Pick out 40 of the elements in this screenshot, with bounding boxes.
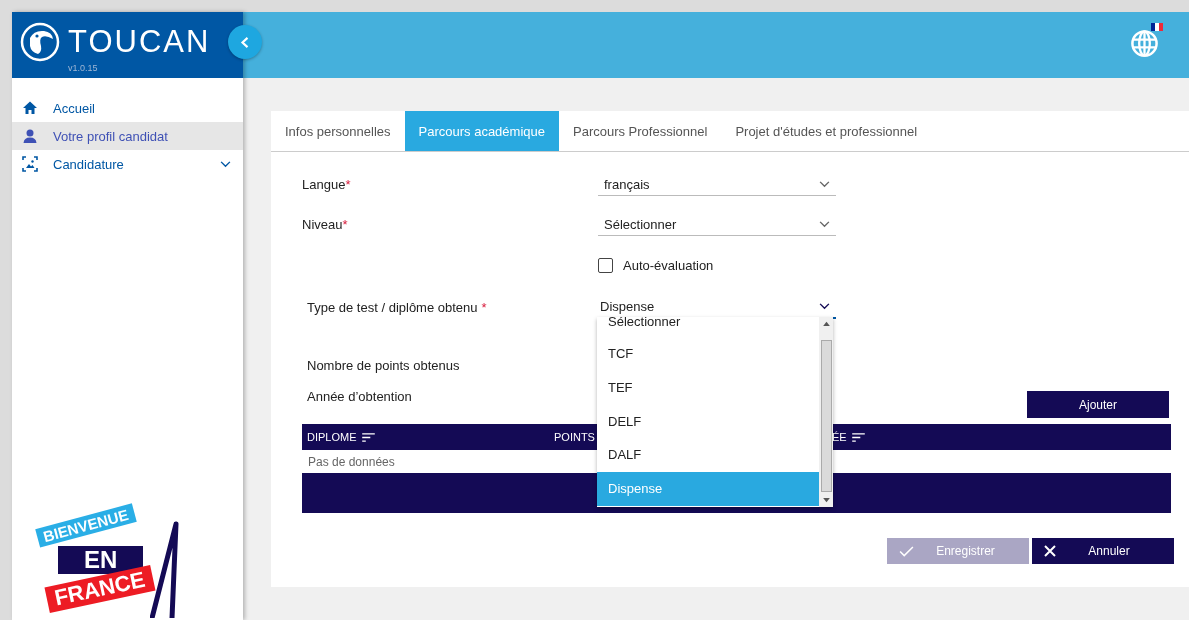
sidebar-item[interactable]: Accueil	[12, 94, 243, 122]
picture-icon	[22, 156, 38, 172]
scroll-up-icon[interactable]	[822, 321, 830, 326]
column-header[interactable]: DIPLOME	[307, 424, 375, 450]
dropdown-option[interactable]: TCF	[597, 337, 819, 371]
cancel-button[interactable]: Annuler	[1032, 538, 1174, 564]
select-field[interactable]: Sélectionner	[598, 212, 836, 236]
field-label: Langue*	[302, 176, 352, 192]
field-label: Type de test / diplôme obtenu *	[306, 299, 488, 315]
chevron-left-icon	[240, 35, 250, 49]
flag-icon	[1151, 23, 1163, 31]
home-icon	[22, 100, 38, 116]
sort-icon	[361, 432, 375, 442]
checkmark-icon	[899, 545, 914, 557]
sidebar-item[interactable]: Candidature	[12, 150, 243, 178]
checkbox[interactable]: Auto-évaluation	[598, 257, 714, 273]
field-label: Niveau*	[302, 216, 349, 232]
field-label: Année d’obtention	[306, 389, 413, 404]
sidebar-item[interactable]: Votre profil candidat	[12, 122, 243, 150]
sort-icon	[851, 432, 865, 442]
toucan-logo-icon	[20, 22, 60, 62]
version-label: v1.0.15	[68, 63, 99, 73]
column-header[interactable]: ÉE	[832, 424, 865, 450]
chevron-down-icon	[819, 180, 830, 188]
logo-text: TOUCAN	[68, 23, 211, 61]
close-icon	[1044, 545, 1056, 557]
scroll-down-icon[interactable]	[822, 498, 830, 503]
dropdown-option[interactable]: DELF	[597, 404, 819, 439]
chevron-down-icon	[819, 220, 830, 228]
dropdown-option[interactable]: DALF	[597, 438, 819, 473]
empty-message: Pas de données	[308, 454, 395, 469]
chevron-down-icon	[819, 303, 830, 310]
select-field[interactable]: français	[598, 172, 836, 196]
field-label: Nombre de points obtenus	[306, 358, 461, 373]
add-button[interactable]: Ajouter	[1027, 391, 1169, 418]
column-header[interactable]: POINTS	[554, 424, 595, 450]
dropdown-option[interactable]: TEF	[597, 370, 819, 405]
scrollbar[interactable]	[819, 317, 833, 507]
dropdown-option[interactable]: Sélectionner	[597, 317, 819, 337]
person-icon	[22, 128, 38, 144]
